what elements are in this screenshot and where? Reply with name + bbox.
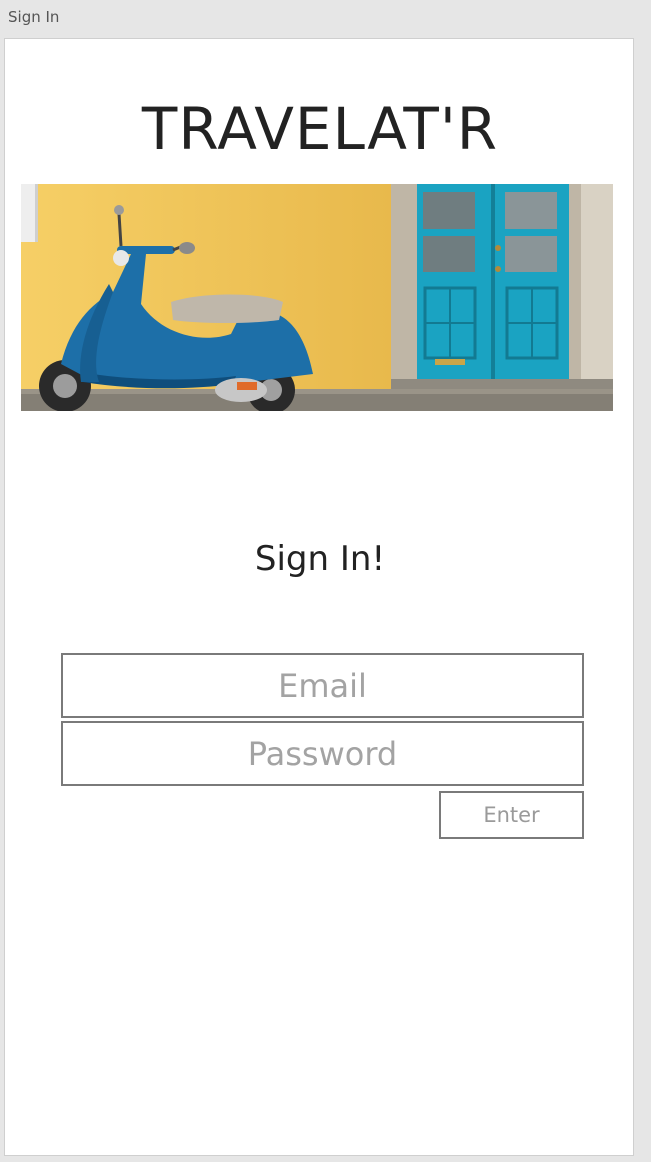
sign-in-page: TRAVELAT'R Sign In! Email Enter	[4, 38, 634, 1156]
email-field[interactable]	[61, 653, 584, 718]
enter-button[interactable]: Enter	[439, 791, 584, 839]
app-title: TRAVELAT'R	[141, 95, 499, 163]
hero-image	[21, 184, 613, 411]
sign-in-heading: Sign In!	[254, 539, 386, 579]
password-field[interactable]	[61, 721, 584, 786]
window-title: Sign In	[8, 8, 60, 26]
title-bar: Sign In	[0, 0, 651, 38]
